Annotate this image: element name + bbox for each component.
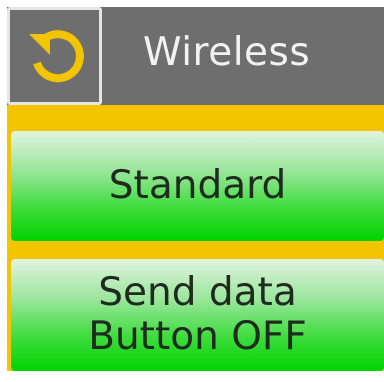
send-data-label-line1: Send data bbox=[98, 270, 297, 315]
send-data-label-line2: Button OFF bbox=[88, 314, 307, 359]
undo-icon bbox=[28, 30, 84, 83]
header-bar: Wireless bbox=[7, 7, 384, 105]
standard-button-label: Standard bbox=[108, 163, 287, 208]
wireless-screen: Wireless Standard Send data Button OFF bbox=[7, 7, 384, 371]
send-data-button[interactable]: Send data Button OFF bbox=[11, 259, 384, 371]
standard-button[interactable]: Standard bbox=[11, 131, 384, 241]
page-title: Wireless bbox=[143, 30, 311, 75]
back-button[interactable] bbox=[7, 7, 102, 105]
